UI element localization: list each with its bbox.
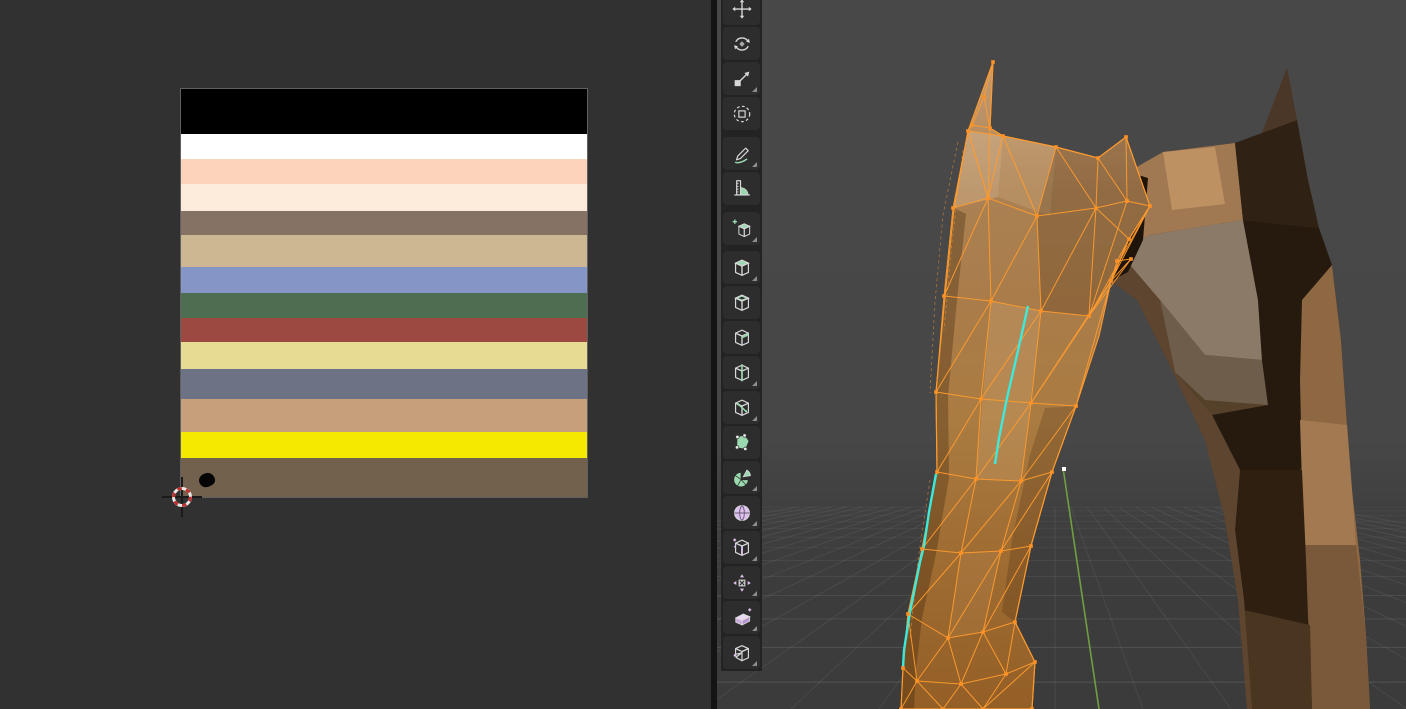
tool-spin-button[interactable] (723, 461, 760, 494)
palette-stripe (181, 432, 587, 458)
palette-stripe (181, 235, 587, 267)
palette-stripe (181, 399, 587, 432)
tool-smooth-button[interactable] (723, 496, 760, 529)
2d-cursor (158, 473, 206, 521)
shrink-fatten-icon (731, 572, 753, 594)
tool-shrink-fatten-button[interactable] (723, 566, 760, 599)
bevel-icon (731, 327, 753, 349)
tool-transform-button[interactable] (723, 97, 760, 130)
tool-rotate-button[interactable] (723, 27, 760, 60)
palette-stripe (181, 318, 587, 342)
tool-add-cube-button[interactable] (723, 212, 760, 245)
tool-annotate-button[interactable] (723, 137, 760, 170)
palette-stripe (181, 184, 587, 211)
palette-stripe (181, 211, 587, 235)
palette-stripe (181, 342, 587, 369)
tool-inset-faces-button[interactable] (723, 286, 760, 319)
edge-slide-icon (731, 537, 753, 559)
tool-rip-region-button[interactable] (723, 636, 760, 669)
viewport-canvas (717, 0, 1406, 709)
annotate-icon (731, 143, 753, 165)
tool-poly-build-button[interactable] (723, 426, 760, 459)
tool-extrude-region-button[interactable] (723, 251, 760, 284)
tool-shear-button[interactable] (723, 601, 760, 634)
uv-image-editor[interactable] (0, 0, 711, 709)
palette-stripe (181, 369, 587, 399)
knife-icon (731, 397, 753, 419)
measure-icon (731, 178, 753, 200)
poly-build-icon (731, 432, 753, 454)
spin-icon (731, 467, 753, 489)
active-vertex[interactable] (1062, 467, 1066, 471)
palette-stripe (181, 267, 587, 293)
add-cube-icon (731, 218, 753, 240)
tool-scale-button[interactable] (723, 62, 760, 95)
tool-loop-cut-button[interactable] (723, 356, 760, 389)
loop-cut-icon (731, 362, 753, 384)
tool-bevel-button[interactable] (723, 321, 760, 354)
edit-mode-toolbar (721, 0, 762, 671)
shear-icon (731, 607, 753, 629)
palette-stripe (181, 293, 587, 318)
palette-stripe (181, 458, 587, 497)
move-icon (731, 0, 753, 20)
palette-stripe (181, 159, 587, 184)
inset-faces-icon (731, 292, 753, 314)
tool-knife-button[interactable] (723, 391, 760, 424)
scale-icon (731, 68, 753, 90)
app-window (0, 0, 1406, 709)
palette-stripe (181, 89, 587, 134)
rip-region-icon (731, 642, 753, 664)
tool-measure-button[interactable] (723, 172, 760, 205)
extrude-region-icon (731, 257, 753, 279)
palette-stripe (181, 134, 587, 159)
viewport-3d[interactable] (717, 0, 1406, 709)
palette-texture-image (181, 89, 587, 497)
tool-edge-slide-button[interactable] (723, 531, 760, 564)
rotate-icon (731, 33, 753, 55)
transform-icon (731, 103, 753, 125)
smooth-icon (731, 502, 753, 524)
tool-move-button[interactable] (723, 0, 760, 25)
